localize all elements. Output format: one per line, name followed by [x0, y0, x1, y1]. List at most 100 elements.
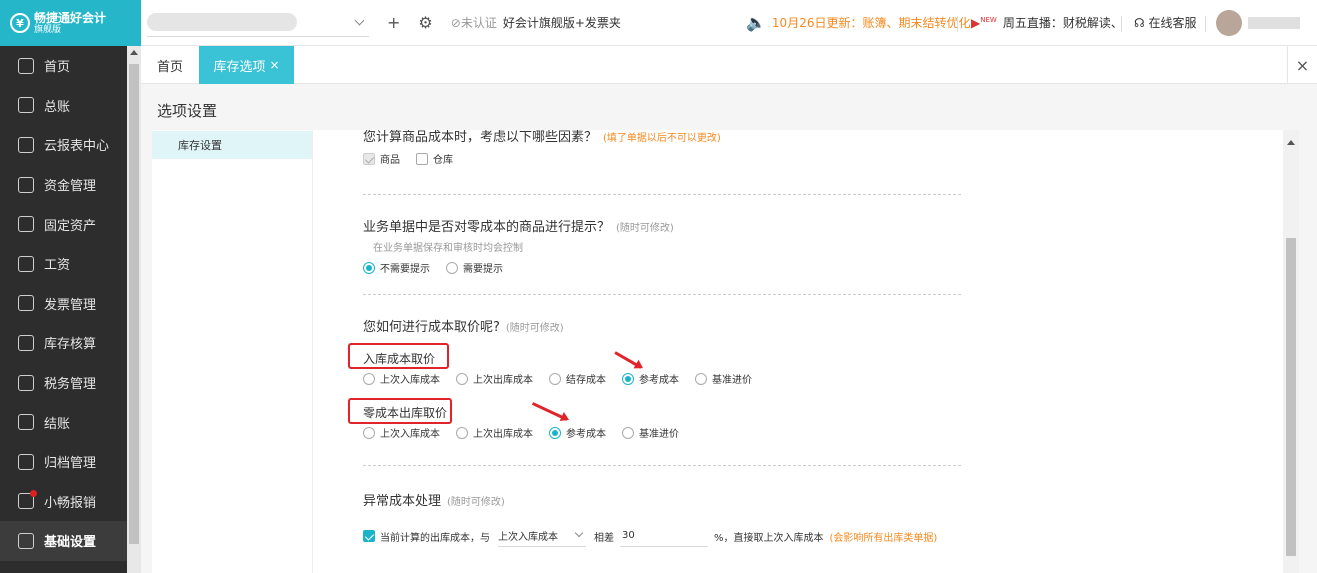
sidebar-item-label: 总账 — [44, 99, 71, 115]
online-service-link[interactable]: ☊ 在线客服 — [1134, 14, 1197, 31]
divider — [363, 194, 961, 195]
cost-pricing-section: 您如何进行成本取价呢? (随时可修改) — [363, 316, 961, 335]
radio[interactable] — [549, 372, 561, 385]
radio[interactable] — [695, 372, 707, 385]
update-notice[interactable]: 🔈 10月26日更新：账簿、期末结转优化 — [746, 13, 970, 32]
sidebar-item-reports[interactable]: 云报表中心 — [0, 125, 127, 165]
scroll-up-icon[interactable] — [1287, 140, 1295, 145]
divider — [363, 294, 961, 295]
sidebar-item-salary[interactable]: 工资 — [0, 244, 127, 284]
archive-icon — [18, 453, 34, 470]
menu-item-label: 库存设置 — [178, 139, 222, 152]
scrollbar-thumb[interactable] — [1286, 238, 1296, 556]
sidebar-item-close-account[interactable]: 结账 — [0, 402, 127, 442]
sidebar-item-settings[interactable]: 基础设置 — [0, 521, 127, 561]
checkbox[interactable] — [363, 152, 375, 165]
radio-selected[interactable] — [622, 372, 634, 385]
app-logo[interactable]: ¥ 畅捷通好会计 旗舰版 — [0, 0, 141, 46]
logo-edition: 旗舰版 — [34, 25, 62, 35]
radio-selected[interactable] — [363, 261, 375, 274]
menu-item-inventory-settings[interactable]: 库存设置 — [152, 131, 312, 159]
sidebar-item-label: 工资 — [44, 258, 71, 274]
inbound-cost-group: 入库成本取价 上次入库成本 上次出库成本 结存成本 参考成本 基准进价 — [363, 350, 961, 386]
sidebar-item-archive[interactable]: 归档管理 — [0, 442, 127, 482]
option-last-inbound[interactable]: 上次入库成本 — [363, 371, 440, 386]
checkbox[interactable] — [416, 152, 428, 165]
option-warehouse[interactable]: 仓库 — [416, 151, 453, 166]
option-base-price[interactable]: 基准进价 — [695, 371, 752, 386]
zero-cost-outbound-label: 零成本出库取价 — [363, 406, 448, 420]
sidebar-item-home[interactable]: 首页 — [0, 46, 127, 86]
option-product[interactable]: 商品 — [363, 151, 400, 166]
question-title: 业务单据中是否对零成本的商品进行提示？ (随时可修改) — [363, 216, 961, 235]
radio[interactable] — [456, 372, 468, 385]
zero-cost-outbound-group: 零成本出库取价 上次入库成本 上次出库成本 参考成本 基准进价 — [363, 404, 961, 440]
option-label: 上次入库成本 — [380, 375, 440, 386]
option-label: 上次出库成本 — [473, 429, 533, 440]
option-base-price[interactable]: 基准进价 — [622, 425, 679, 440]
certification-label: 未认证 — [460, 16, 497, 30]
option-reference-cost[interactable]: 参考成本 — [549, 425, 606, 440]
radio[interactable] — [622, 426, 634, 439]
option-prompt[interactable]: 需要提示 — [446, 260, 503, 275]
user-menu[interactable] — [1216, 9, 1300, 36]
tab-label: 首页 — [156, 59, 183, 75]
option-last-inbound[interactable]: 上次入库成本 — [363, 425, 440, 440]
sidebar-item-label: 基础设置 — [44, 535, 97, 551]
cost-source-select[interactable]: 上次入库成本 — [498, 525, 586, 547]
question-note: (随时可修改) — [447, 497, 505, 508]
close-tab-icon[interactable]: × — [269, 58, 279, 72]
money-icon — [18, 176, 34, 193]
options-form: 您计算商品成本时，考虑以下哪些因素？ (填了单据以后不可以更改) 商品 仓库 业务… — [313, 130, 1279, 573]
radio[interactable] — [446, 261, 458, 274]
option-label: 仓库 — [433, 155, 453, 166]
sidebar-item-ledger[interactable]: 总账 — [0, 86, 127, 126]
radio[interactable] — [456, 426, 468, 439]
scroll-up-icon[interactable] — [130, 50, 138, 55]
tab-inventory-options[interactable]: 库存选项 × — [199, 46, 294, 84]
sidebar-item-reimburse[interactable]: 小畅报销 — [0, 482, 127, 522]
divider — [957, 16, 958, 32]
option-reference-cost[interactable]: 参考成本 — [622, 371, 679, 386]
gear-icon[interactable]: ⚙ — [418, 13, 432, 32]
app-window: ¥ 畅捷通好会计 旗舰版 首页 总账 云报表中心 资金管理 固定资产 工资 发票… — [0, 0, 1317, 573]
option-balance-cost[interactable]: 结存成本 — [549, 371, 606, 386]
tab-home[interactable]: 首页 — [141, 46, 199, 84]
sidebar: ¥ 畅捷通好会计 旗舰版 首页 总账 云报表中心 资金管理 固定资产 工资 发票… — [0, 0, 141, 573]
headset-icon: ☊ — [1134, 16, 1145, 30]
inbound-cost-label: 入库成本取价 — [363, 352, 436, 366]
options-panel: 库存设置 您计算商品成本时，考虑以下哪些因素？ (填了单据以后不可以更改) 商品 … — [152, 130, 1299, 573]
plus-icon[interactable]: + — [387, 13, 400, 32]
sidebar-item-inventory[interactable]: 库存核算 — [0, 323, 127, 363]
sidebar-scrollbar[interactable] — [127, 46, 141, 573]
sidebar-item-assets[interactable]: 固定资产 — [0, 204, 127, 244]
option-no-prompt[interactable]: 不需要提示 — [363, 260, 430, 275]
sidebar-item-tax[interactable]: 税务管理 — [0, 363, 127, 403]
content-scrollbar[interactable] — [1283, 130, 1299, 573]
sidebar-item-label: 结账 — [44, 416, 71, 432]
product-name: 好会计旗舰版+发票夹 — [502, 16, 621, 30]
radio[interactable] — [363, 426, 375, 439]
checkbox-checked[interactable] — [363, 530, 375, 542]
percent-input[interactable]: 30 — [620, 525, 708, 547]
options-row: 上次入库成本 上次出库成本 结存成本 参考成本 基准进价 — [363, 371, 961, 386]
close-account-icon — [18, 414, 34, 431]
sidebar-item-funds[interactable]: 资金管理 — [0, 165, 127, 205]
option-last-outbound[interactable]: 上次出库成本 — [456, 371, 533, 386]
option-last-outbound[interactable]: 上次出库成本 — [456, 425, 533, 440]
account-selector[interactable] — [147, 9, 369, 37]
scrollbar-thumb[interactable] — [129, 64, 139, 544]
close-all-tabs-button[interactable]: × — [1287, 46, 1317, 84]
logo-icon: ¥ — [10, 13, 30, 33]
radio-selected[interactable] — [549, 426, 561, 439]
options-row: 不需要提示 需要提示 — [363, 260, 961, 275]
rule-warning: (会影响所有出库类单据) — [829, 532, 938, 544]
options-row: 商品 仓库 — [363, 151, 961, 166]
inventory-icon — [18, 334, 34, 351]
live-broadcast-link[interactable]: ▶NEW 周五直播：财税解读、 — [971, 14, 1123, 31]
notification-dot — [30, 489, 37, 497]
certification-status[interactable]: ⊘未认证 — [451, 14, 497, 31]
radio[interactable] — [363, 372, 375, 385]
sidebar-item-invoice[interactable]: 发票管理 — [0, 284, 127, 324]
question-title: 您如何进行成本取价呢? (随时可修改) — [363, 316, 961, 335]
